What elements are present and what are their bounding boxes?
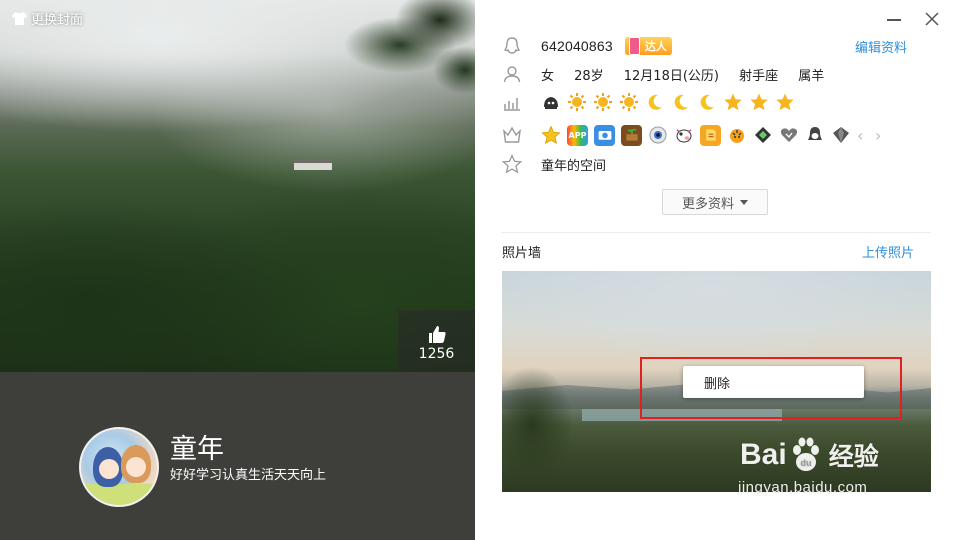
person-icon — [501, 63, 523, 85]
close-icon — [925, 12, 939, 26]
sun-icon — [567, 92, 587, 112]
card-service-icon[interactable] — [700, 124, 721, 146]
star-icon — [775, 92, 795, 112]
moon-icon — [645, 92, 665, 112]
farm-service-icon[interactable] — [621, 124, 642, 146]
moon-icon — [671, 92, 691, 112]
gender: 女 — [541, 68, 555, 84]
profile-info-panel: 642040863 达人 编辑资料 女 28岁 12月18日(公历) 射手座 属… — [475, 0, 960, 540]
moon-icon — [697, 92, 717, 112]
upload-photo-link[interactable]: 上传照片 — [862, 242, 914, 261]
cow-service-icon[interactable] — [674, 125, 694, 145]
change-cover-label: 更换封面 — [31, 13, 84, 28]
gem-service-icon[interactable] — [831, 125, 851, 145]
camera-service-icon[interactable] — [594, 124, 615, 146]
edit-profile-link[interactable]: 编辑资料 — [855, 37, 907, 56]
age: 28岁 — [574, 68, 604, 84]
eye-service-icon[interactable] — [648, 125, 668, 145]
watermark-url: jingyan.baidu.com — [738, 479, 868, 496]
chevron-left-icon[interactable]: ‹ — [857, 126, 869, 145]
star-icon — [749, 92, 769, 112]
daren-badge-label: 达人 — [644, 40, 667, 53]
level-icons[interactable] — [541, 92, 795, 112]
divider — [501, 232, 931, 233]
level-chart-icon — [501, 91, 523, 113]
watermark-brand-b: 经验 — [828, 443, 879, 471]
crown-outline-icon — [501, 124, 523, 146]
crown-icon — [541, 92, 561, 112]
service-icons[interactable]: APP ‹ › — [541, 124, 887, 146]
daren-badge[interactable]: 达人 — [624, 37, 672, 55]
more-info-button[interactable]: 更多资料 — [662, 189, 768, 215]
cover-panel: 更换封面 1256 童年 好好学习认真生活天天向上 — [0, 0, 475, 540]
svg-text:du: du — [800, 458, 811, 468]
heart-service-icon[interactable] — [779, 125, 799, 145]
avatar[interactable] — [79, 427, 159, 507]
birthday: 12月18日(公历) — [623, 68, 719, 84]
space-link[interactable]: 童年的空间 — [541, 155, 606, 174]
qq-number: 642040863 — [541, 38, 613, 54]
star-outline-icon — [501, 153, 523, 175]
cover-tree-foliage — [290, 0, 475, 105]
zodiac: 射手座 — [739, 68, 779, 84]
context-menu-delete[interactable]: 删除 — [683, 366, 864, 398]
penguin-icon — [501, 35, 523, 57]
like-button[interactable]: 1256 — [398, 310, 475, 372]
photo-wall-title: 照片墙 — [502, 246, 542, 261]
space-row: 童年的空间 — [501, 153, 606, 175]
sun-icon — [593, 92, 613, 112]
chinese-zodiac: 属羊 — [798, 68, 825, 84]
chevron-right-icon[interactable]: › — [875, 126, 887, 145]
minimize-button[interactable] — [885, 11, 903, 27]
level-row — [501, 91, 795, 113]
more-info-label: 更多资料 — [681, 196, 734, 212]
phone-icon — [628, 37, 640, 55]
profile-bar: 童年 好好学习认真生活天天向上 — [0, 372, 475, 540]
tiger-service-icon[interactable] — [727, 125, 747, 145]
basic-info: 女 28岁 12月18日(公历) 射手座 属羊 — [541, 65, 839, 84]
sun-icon — [619, 92, 639, 112]
nickname: 童年 — [170, 434, 224, 465]
thumbs-up-icon — [398, 324, 475, 344]
watermark-brand-a: Bai — [740, 438, 787, 471]
cover-house — [294, 160, 332, 170]
like-count: 1256 — [418, 346, 455, 362]
baidu-jingyan-watermark: Bai du 经验 jingyan.baidu.com — [738, 437, 879, 496]
star-service-icon[interactable] — [541, 125, 561, 145]
basic-info-row: 女 28岁 12月18日(公历) 射手座 属羊 — [501, 63, 839, 85]
qq-row: 642040863 达人 — [501, 35, 672, 57]
star-icon — [723, 92, 743, 112]
app-service-icon[interactable]: APP — [567, 124, 588, 146]
signature: 好好学习认真生活天天向上 — [170, 468, 327, 483]
delete-label: 删除 — [704, 376, 731, 392]
photo-trees — [502, 366, 572, 492]
penguin-service-icon[interactable] — [805, 125, 825, 145]
game-service-icon[interactable] — [753, 125, 773, 145]
change-cover-button[interactable]: 更换封面 — [12, 9, 83, 28]
close-button[interactable] — [923, 10, 941, 28]
services-row: APP ‹ › — [501, 124, 887, 146]
shirt-icon — [12, 12, 27, 25]
paw-icon: du — [792, 437, 819, 471]
caret-down-icon — [740, 199, 748, 205]
